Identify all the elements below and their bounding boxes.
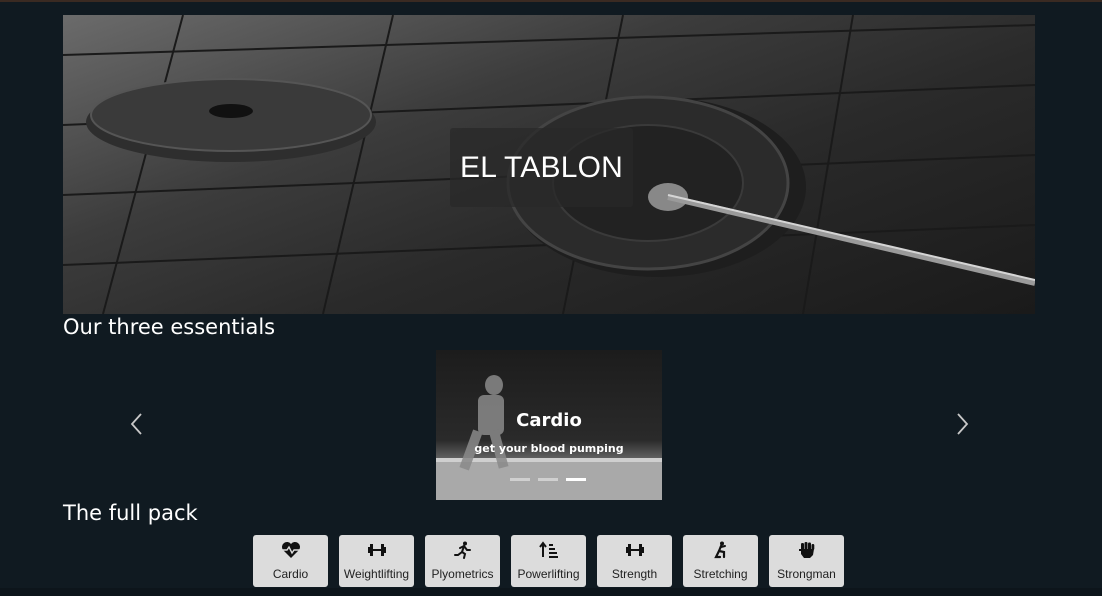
heartbeat-icon: [281, 542, 300, 558]
carousel-indicators: [510, 478, 586, 481]
pack-label: Weightlifting: [343, 567, 410, 581]
bottom-strip: [0, 588, 1102, 596]
dumbbell-icon: [367, 544, 386, 556]
carousel-slide-cardio[interactable]: Cardio get your blood pumping: [436, 350, 662, 500]
pack-button-powerlifting[interactable]: Powerlifting: [511, 535, 586, 587]
pack-label: Powerlifting: [517, 567, 580, 581]
pack-button-stretching[interactable]: Stretching: [683, 535, 758, 587]
pack-button-weightlifting[interactable]: Weightlifting: [339, 535, 414, 587]
pack-label: Stretching: [693, 567, 748, 581]
pack-label: Plyometrics: [431, 567, 494, 581]
carousel-indicator-2[interactable]: [538, 478, 558, 481]
top-border: [0, 0, 1102, 2]
carousel-prev-button[interactable]: [130, 412, 144, 436]
pack-button-row: Cardio Weightlifting Plyometrics Powerli…: [253, 535, 844, 587]
fist-icon: [798, 542, 814, 558]
essentials-carousel: Cardio get your blood pumping: [130, 350, 975, 500]
hero-title: EL TABLON: [460, 150, 623, 184]
chevron-right-icon: [957, 413, 969, 435]
dumbbell-icon: [625, 544, 644, 556]
pack-label: Cardio: [272, 567, 309, 581]
pack-button-strength[interactable]: Strength: [597, 535, 672, 587]
hero-title-box: EL TABLON: [450, 128, 633, 207]
essentials-heading: Our three essentials: [63, 315, 276, 339]
pack-label: Strength: [611, 567, 658, 581]
running-icon: [453, 541, 471, 559]
chevron-left-icon: [130, 413, 142, 435]
hero-banner: EL TABLON: [63, 15, 1035, 314]
carousel-indicator-1[interactable]: [510, 478, 530, 481]
sort-amount-up-icon: [538, 541, 558, 558]
slide-subtitle: get your blood pumping: [474, 442, 624, 455]
pack-button-cardio[interactable]: Cardio: [253, 535, 328, 587]
pack-button-strongman[interactable]: Strongman: [769, 535, 844, 587]
carousel-indicator-3[interactable]: [566, 478, 586, 481]
kneeling-icon: [713, 541, 726, 559]
pack-button-plyometrics[interactable]: Plyometrics: [425, 535, 500, 587]
carousel-next-button[interactable]: [955, 412, 969, 436]
pack-label: Strongman: [777, 567, 836, 581]
pack-heading: The full pack: [63, 501, 198, 525]
slide-title: Cardio: [516, 410, 582, 431]
